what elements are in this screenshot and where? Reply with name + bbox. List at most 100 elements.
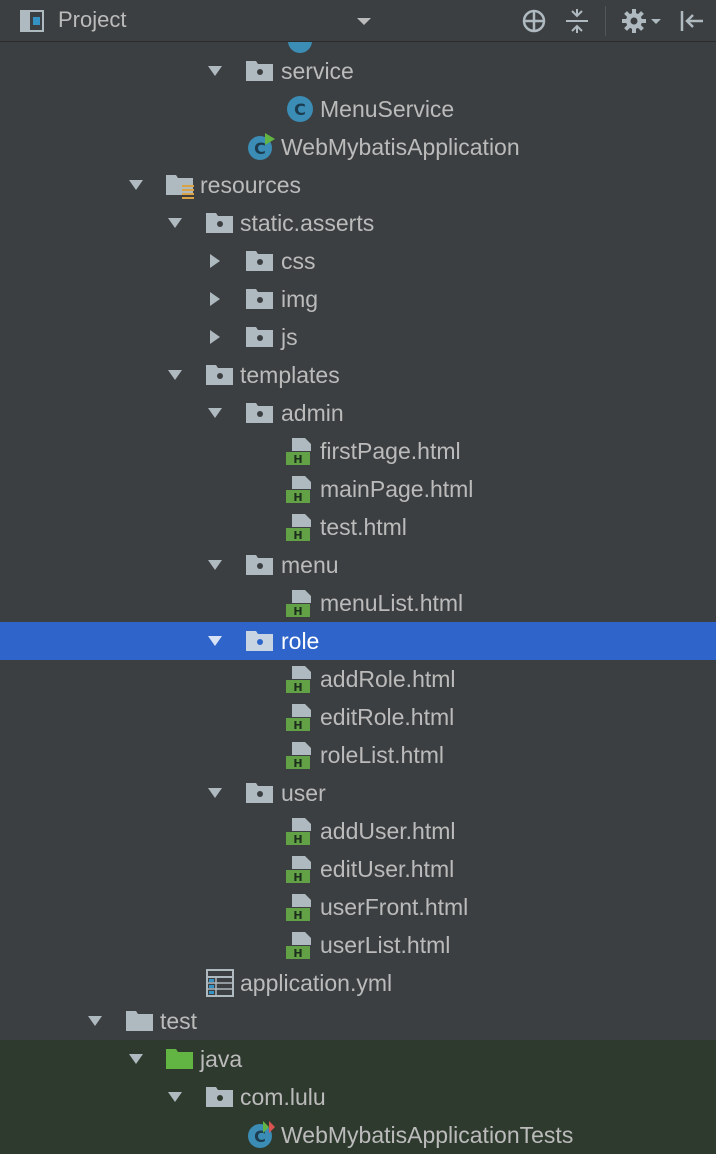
expanded-arrow-icon[interactable] — [128, 177, 144, 193]
expanded-arrow-icon[interactable] — [207, 785, 223, 801]
tree-row-css[interactable]: css — [0, 242, 716, 280]
tree-row-label: addUser.html — [320, 818, 456, 844]
tree-row-label: menuList.html — [320, 590, 464, 616]
html-file-icon: H — [286, 932, 311, 959]
html-file-icon: H — [286, 666, 311, 693]
tree-row-menulist-html[interactable]: H menuList.html — [0, 584, 716, 622]
tree-row-role[interactable]: role — [0, 622, 716, 660]
html-file-icon: H — [286, 590, 311, 617]
collapse-all-icon[interactable] — [563, 8, 591, 34]
package-folder-icon — [206, 1087, 233, 1107]
expanded-arrow-icon[interactable] — [87, 1013, 103, 1029]
svg-text:H: H — [293, 719, 302, 731]
tree-row-firstpage-html[interactable]: H firstPage.html — [0, 432, 716, 470]
html-file-icon: H — [286, 704, 311, 731]
tree-row-resources[interactable]: resources — [0, 166, 716, 204]
tree-row-label: menu — [281, 552, 339, 578]
package-folder-icon — [246, 251, 273, 271]
package-folder-icon — [206, 365, 233, 385]
svg-text:H: H — [293, 757, 302, 769]
tree-row-label: application.yml — [240, 970, 393, 996]
expanded-arrow-icon[interactable] — [207, 633, 223, 649]
tree-row-edituser-html[interactable]: H editUser.html — [0, 850, 716, 888]
expanded-arrow-icon[interactable] — [167, 1089, 183, 1105]
collapsed-arrow-icon[interactable] — [207, 253, 223, 269]
svg-text:C: C — [294, 100, 306, 119]
tree-row-label: editRole.html — [320, 704, 455, 730]
expanded-arrow-icon[interactable] — [207, 557, 223, 573]
tree-row-static-asserts[interactable]: static.asserts — [0, 204, 716, 242]
tree-row-user[interactable]: user — [0, 774, 716, 812]
html-file-icon: H — [286, 514, 311, 541]
tree-row-userfront-html[interactable]: H userFront.html — [0, 888, 716, 926]
tree-row-service[interactable]: service — [0, 52, 716, 90]
tree-row-java[interactable]: java — [0, 1040, 716, 1078]
tree-row-userlist-html[interactable]: H userList.html — [0, 926, 716, 964]
tree-row-img[interactable]: img — [0, 280, 716, 318]
svg-text:H: H — [293, 453, 302, 465]
package-folder-icon — [246, 783, 273, 803]
tree-row-test-html[interactable]: H test.html — [0, 508, 716, 546]
tree-row-webmybatisapplicationtests[interactable]: C WebMybatisApplicationTests — [0, 1116, 716, 1154]
tree-row-label: test — [160, 1008, 198, 1034]
svg-text:H: H — [293, 491, 302, 503]
expanded-arrow-icon[interactable] — [167, 367, 183, 383]
tree-row-label: roleList.html — [320, 742, 444, 768]
expanded-arrow-icon[interactable] — [128, 1051, 144, 1067]
spring-boot-class-icon: C — [248, 133, 275, 160]
svg-text:H: H — [293, 681, 302, 693]
html-file-icon: H — [286, 476, 311, 503]
project-tool-window-header: Project — [0, 0, 716, 42]
tree-row-label: service — [281, 58, 354, 84]
html-file-icon: H — [286, 894, 311, 921]
tree-row-label: resources — [200, 172, 301, 198]
collapsed-arrow-icon[interactable] — [207, 291, 223, 307]
java-class-icon: C — [287, 96, 313, 122]
tree-row-com-lulu[interactable]: com.lulu — [0, 1078, 716, 1116]
svg-text:H: H — [293, 947, 302, 959]
hide-panel-icon[interactable] — [678, 8, 706, 34]
svg-text:H: H — [293, 529, 302, 541]
project-view-icon[interactable] — [20, 10, 44, 32]
tree-row-label: MenuService — [320, 96, 455, 122]
package-folder-icon — [206, 213, 233, 233]
html-file-icon: H — [286, 856, 311, 883]
panel-title[interactable]: Project — [58, 7, 126, 33]
tree-row-label: userFront.html — [320, 894, 469, 920]
tree-row-application-yml[interactable]: application.yml — [0, 964, 716, 1002]
tree-row-label: java — [200, 1046, 243, 1072]
locate-icon[interactable] — [520, 8, 548, 34]
expanded-arrow-icon[interactable] — [207, 63, 223, 79]
tree-row-addrole-html[interactable]: H addRole.html — [0, 660, 716, 698]
spring-boot-test-class-icon: C — [248, 1121, 275, 1148]
resources-folder-icon — [166, 175, 194, 199]
expanded-arrow-icon[interactable] — [207, 405, 223, 421]
settings-icon[interactable] — [620, 8, 664, 34]
tree-row-label: static.asserts — [240, 210, 375, 236]
tree-row-test[interactable]: test — [0, 1002, 716, 1040]
tree-row-templates[interactable]: templates — [0, 356, 716, 394]
yaml-file-icon — [206, 969, 234, 997]
tree-row-webmybatisapplication[interactable]: C WebMybatisApplication — [0, 128, 716, 166]
tree-row-label: firstPage.html — [320, 438, 461, 464]
tree-row-label: admin — [281, 400, 344, 426]
package-folder-icon — [246, 327, 273, 347]
tree-row-editrole-html[interactable]: H editRole.html — [0, 698, 716, 736]
tree-row-menuservice[interactable]: C MenuService — [0, 90, 716, 128]
html-file-icon: H — [286, 818, 311, 845]
tree-row-admin[interactable]: admin — [0, 394, 716, 432]
tree-row-js[interactable]: js — [0, 318, 716, 356]
project-tree: service C MenuService C WebMybatisApplic… — [0, 42, 716, 1154]
dropdown-icon[interactable] — [350, 8, 378, 34]
tree-row-label: user — [281, 780, 326, 806]
toolbar-separator — [605, 6, 606, 36]
tree-row-label: img — [281, 286, 319, 312]
svg-text:C: C — [254, 139, 266, 158]
tree-row-rolelist-html[interactable]: H roleList.html — [0, 736, 716, 774]
expanded-arrow-icon[interactable] — [167, 215, 183, 231]
collapsed-arrow-icon[interactable] — [207, 329, 223, 345]
tree-row-menu[interactable]: menu — [0, 546, 716, 584]
tree-row-label: templates — [240, 362, 340, 388]
tree-row-mainpage-html[interactable]: H mainPage.html — [0, 470, 716, 508]
tree-row-adduser-html[interactable]: H addUser.html — [0, 812, 716, 850]
